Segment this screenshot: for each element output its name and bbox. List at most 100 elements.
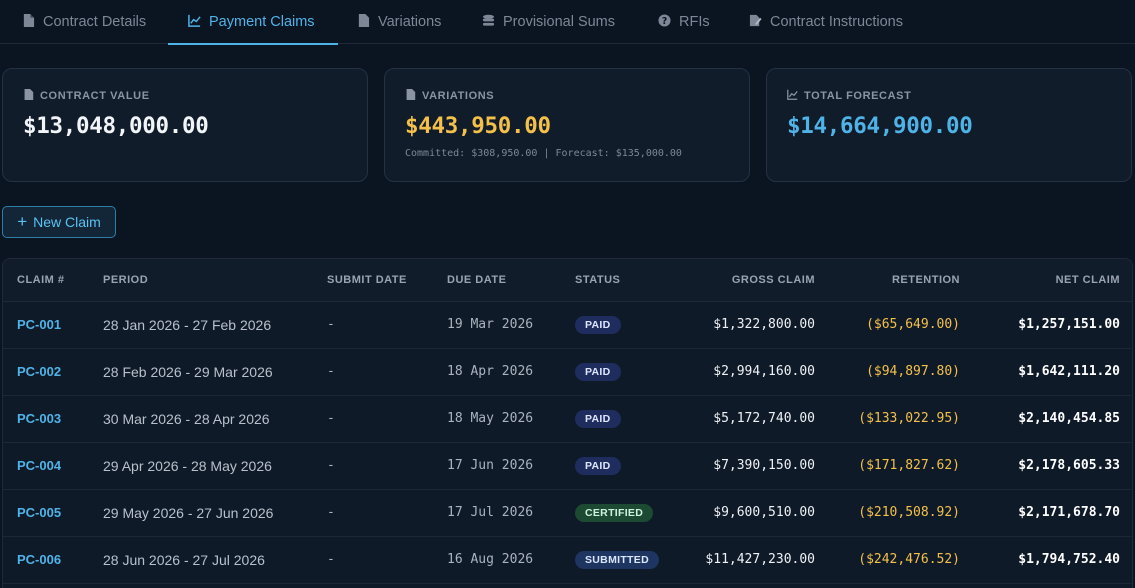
claim-period: 28 Feb 2026 - 29 Mar 2026 [103,363,273,380]
column-header-net-claim[interactable]: NET CLAIM [974,259,1132,302]
net-claim: $2,171,678.70 [1018,505,1120,520]
status-badge: PAID [575,362,621,382]
gross-claim: $5,172,740.00 [713,411,815,426]
tab-payment-claims[interactable]: Payment Claims [168,0,338,45]
column-header-submit-date[interactable]: SUBMIT DATE [313,259,433,302]
tab-label: RFIs [679,14,710,30]
card-label: VARIATIONS [422,90,495,102]
status-cell: PAID [561,442,689,489]
tab-contract-instructions[interactable]: Contract Instructions [749,0,903,44]
tab-label: Contract Details [43,14,147,30]
claim-number-link[interactable]: PC-006 [3,536,89,583]
question-circle-icon: ? [658,13,671,31]
submit-date: - [327,411,335,426]
plus-icon: + [17,211,28,231]
variations-value: $443,950.00 [405,113,551,139]
tab-bar: Contract Details Payment Claims Variatio… [0,0,1135,45]
status-badge: PAID [575,315,621,335]
net-claim: $1,794,752.40 [1018,552,1120,567]
table-row[interactable]: PC-005 29 May 2026 - 27 Jun 2026 - 17 Jul 2… [3,489,1132,536]
gross-claim: $7,390,150.00 [713,458,815,473]
tab-label: Payment Claims [209,14,315,30]
table-row[interactable]: PC-003 30 Mar 2026 - 28 Apr 2026 - 18 May 2… [3,395,1132,442]
status-cell: PAID [561,395,689,442]
gross-claim: $11,427,230.00 [705,552,815,567]
submit-date: - [327,552,335,567]
claim-period: 28 Jun 2026 - 27 Jul 2026 [103,551,265,568]
tab-variations[interactable]: Variations [357,0,441,44]
total-forecast-value: $14,664,900.00 [787,113,973,139]
net-claim: $2,140,454.85 [1018,411,1120,426]
status-badge: SUBMITTED [575,550,659,570]
card-label: CONTRACT VALUE [40,90,150,102]
tab-label: Contract Instructions [770,14,903,30]
gross-claim: $9,600,510.00 [713,505,815,520]
column-header-period[interactable]: PERIOD [89,259,313,302]
chart-line-icon [787,89,798,103]
due-date: 19 Mar 2026 [447,317,534,332]
table-header-row: CLAIM # PERIOD SUBMIT DATE DUE DATE STAT… [3,259,1132,302]
tab-label: Variations [378,14,442,30]
gross-claim: $2,994,160.00 [713,364,815,379]
coins-icon [482,14,495,31]
submit-date: - [327,317,335,332]
retention: ($210,508.92) [858,505,960,520]
due-date: 18 May 2026 [447,411,534,426]
card-label: TOTAL FORECAST [804,90,912,102]
document-icon [405,89,416,103]
gross-claim: $1,322,800.00 [713,317,815,332]
status-badge: CERTIFIED [575,503,654,523]
claim-period: 30 Mar 2026 - 28 Apr 2026 [103,410,270,427]
claim-number-link[interactable]: PC-001 [3,301,89,348]
retention: ($242,476.52) [858,552,960,567]
variations-card: VARIATIONS $443,950.00 Committed: $308,9… [384,68,750,182]
column-header-due-date[interactable]: DUE DATE [433,259,561,302]
submit-date: - [327,364,335,379]
claim-number-link[interactable]: PC-004 [3,442,89,489]
edit-document-icon [749,14,762,31]
table-row[interactable]: PC-006 28 Jun 2026 - 27 Jul 2026 - 16 Aug 2… [3,536,1132,583]
net-claim: $1,642,111.20 [1018,364,1120,379]
retention: ($133,022.95) [858,411,960,426]
column-header-retention[interactable]: RETENTION [829,259,974,302]
status-badge: PAID [575,456,621,476]
tab-rfis[interactable]: ? RFIs [658,0,710,44]
submit-date: - [327,458,335,473]
status-badge: PAID [575,409,621,429]
tab-label: Provisional Sums [503,14,616,30]
svg-text:?: ? [662,15,667,26]
table-row[interactable]: PC-001 28 Jan 2026 - 27 Feb 2026 - 19 Mar 2… [3,301,1132,348]
contract-value-card: CONTRACT VALUE $13,048,000.00 [2,68,368,182]
payment-claims-table: CLAIM # PERIOD SUBMIT DATE DUE DATE STAT… [2,258,1133,588]
table-row[interactable]: PC-004 29 Apr 2026 - 28 May 2026 - 17 Jun 2… [3,442,1132,489]
claim-period: 29 May 2026 - 27 Jun 2026 [103,504,274,521]
column-header-status[interactable]: STATUS [561,259,689,302]
contract-value: $13,048,000.00 [23,113,209,139]
due-date: 17 Jun 2026 [447,458,534,473]
table-row[interactable]: PC-002 28 Feb 2026 - 29 Mar 2026 - 18 Apr 2… [3,348,1132,395]
new-claim-button[interactable]: + New Claim [2,206,116,238]
tab-contract-details[interactable]: Contract Details [22,0,146,44]
due-date: 17 Jul 2026 [447,505,534,520]
claim-number-link[interactable]: PC-005 [3,489,89,536]
claim-number-link[interactable]: PC-003 [3,395,89,442]
retention: ($171,827.62) [858,458,960,473]
claim-period: 29 Apr 2026 - 28 May 2026 [103,457,272,474]
due-date: 18 Apr 2026 [447,364,534,379]
column-header-gross-claim[interactable]: GROSS CLAIM [689,259,829,302]
status-cell: SUBMITTED [561,536,689,583]
variations-breakdown: Committed: $308,950.00 | Forecast: $135,… [405,148,682,159]
net-claim: $2,178,605.33 [1018,458,1120,473]
tab-provisional-sums[interactable]: Provisional Sums [482,0,615,44]
claim-number-link[interactable]: PC-002 [3,348,89,395]
status-cell: PAID [561,348,689,395]
status-cell: PAID [561,301,689,348]
retention: ($94,897.80) [866,364,960,379]
status-cell: CERTIFIED [561,489,689,536]
document-icon [22,13,35,31]
column-header-claim[interactable]: CLAIM # [3,259,89,302]
net-claim: $1,257,151.00 [1018,317,1120,332]
claim-period: 28 Jan 2026 - 27 Feb 2026 [103,316,272,333]
chart-line-icon [188,14,201,31]
submit-date: - [327,505,335,520]
